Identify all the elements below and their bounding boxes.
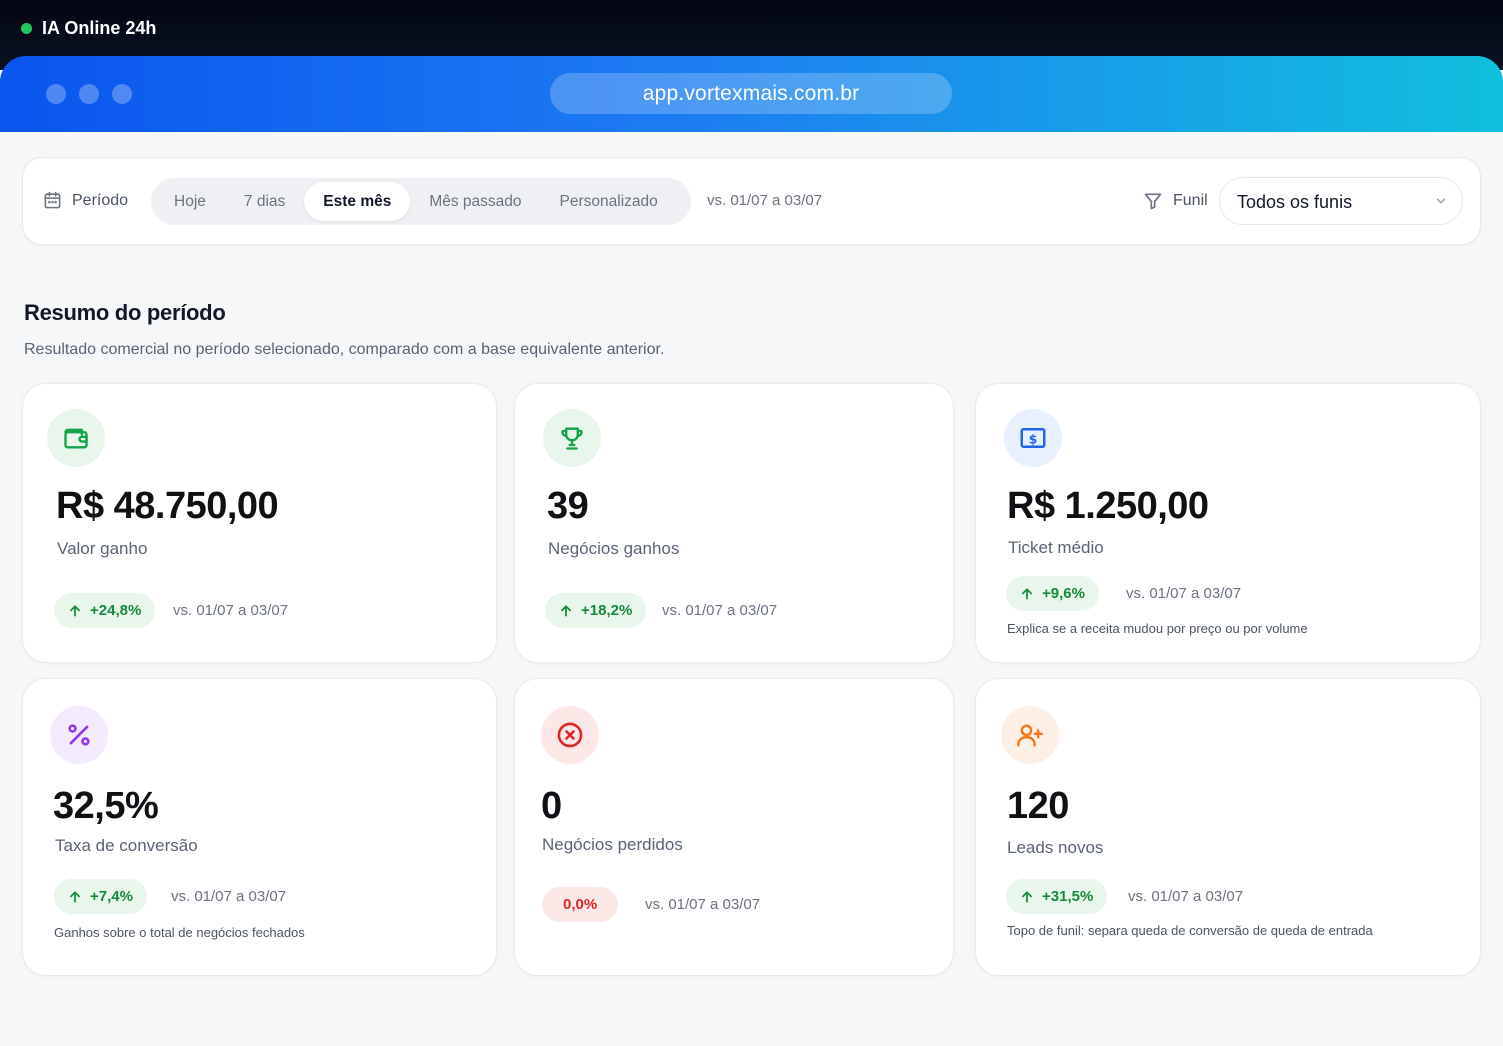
ai-status-label: IA Online 24h <box>42 18 157 38</box>
wallet-icon <box>64 428 88 449</box>
kpi-value: 0 <box>541 785 562 827</box>
kpi-value: 32,5% <box>53 785 159 827</box>
arrow-up-icon <box>561 604 571 617</box>
ticket-icon-wrap: $ <box>1004 409 1062 467</box>
kpi-card-negocios-perdidos: 0 Negócios perdidos 0,0% vs. 01/07 a 03/… <box>514 678 954 976</box>
arrow-up-icon <box>1022 890 1032 903</box>
compare-text: vs. 01/07 a 03/07 <box>171 888 287 905</box>
tab-hoje[interactable]: Hoje <box>155 182 225 221</box>
calendar-icon <box>44 191 61 209</box>
kpi-value: 39 <box>547 485 589 527</box>
tab-este-mes[interactable]: Este mês <box>304 182 411 221</box>
delta-badge: +7,4% <box>54 879 147 914</box>
trophy-icon-wrap <box>543 409 601 467</box>
delta-badge: +24,8% <box>54 593 156 628</box>
kpi-card-taxa-conversao: 32,5% Taxa de conversão +7,4% vs. 01/07 … <box>22 678 497 976</box>
kpi-card-negocios-ganhos: 39 Negócios ganhos +18,2% vs. 01/07 a 03… <box>514 383 954 663</box>
filter-bar: Período Hoje 7 dias Este mês Mês passado… <box>22 157 1481 245</box>
compare-range: vs. 01/07 a 03/07 <box>707 192 823 209</box>
tab-7-dias[interactable]: 7 dias <box>225 182 304 221</box>
kpi-note: Topo de funil: separa queda de conversão… <box>1007 923 1373 938</box>
address-bar[interactable]: app.vortexmais.com.br <box>550 73 952 114</box>
delta-badge: 0,0% <box>542 887 619 922</box>
kpi-value: R$ 1.250,00 <box>1007 485 1209 527</box>
tab-personalizado[interactable]: Personalizado <box>541 182 677 221</box>
compare-text: vs. 01/07 a 03/07 <box>173 602 289 619</box>
section-title: Resumo do período <box>24 300 226 325</box>
window-minimize-button[interactable] <box>79 84 99 104</box>
period-tabs: Hoje 7 dias Este mês Mês passado Persona… <box>151 178 691 225</box>
kpi-card-leads-novos: 120 Leads novos +31,5% vs. 01/07 a 03/07… <box>975 678 1481 976</box>
trophy-icon <box>561 427 583 450</box>
arrow-up-icon <box>1022 587 1032 600</box>
kpi-value: 120 <box>1007 785 1069 827</box>
kpi-label: Negócios ganhos <box>548 539 680 558</box>
wallet-icon-wrap <box>47 409 105 467</box>
tab-mes-passado[interactable]: Mês passado <box>410 182 540 221</box>
online-dot-icon <box>21 23 32 34</box>
compare-text: vs. 01/07 a 03/07 <box>645 896 761 913</box>
ticket-icon: $ <box>1020 428 1046 448</box>
arrow-up-icon <box>70 890 80 903</box>
funnel-select-value: Todos os funis <box>1237 192 1353 212</box>
kpi-label: Ticket médio <box>1008 538 1104 557</box>
user-plus-icon-wrap <box>1001 706 1059 764</box>
percent-icon <box>68 724 90 746</box>
kpi-card-ticket-medio: $ R$ 1.250,00 Ticket médio +9,6% vs. 01/… <box>975 383 1481 663</box>
percent-icon-wrap <box>50 706 108 764</box>
chevron-down-icon <box>1436 198 1446 204</box>
filter-icon <box>1144 193 1162 210</box>
kpi-label: Leads novos <box>1007 838 1104 857</box>
arrow-up-icon <box>70 604 80 617</box>
section-subtitle: Resultado comercial no período seleciona… <box>24 341 665 358</box>
kpi-note: Ganhos sobre o total de negócios fechado… <box>54 925 305 940</box>
x-circle-icon-wrap <box>541 706 599 764</box>
user-plus-icon <box>1017 724 1043 747</box>
window-close-button[interactable] <box>46 84 66 104</box>
funnel-label: Funil <box>1143 191 1208 211</box>
kpi-label: Taxa de conversão <box>55 836 198 855</box>
kpi-label: Negócios perdidos <box>542 835 683 854</box>
kpi-note: Explica se a receita mudou por preço ou … <box>1007 621 1308 636</box>
kpi-label: Valor ganho <box>57 539 148 558</box>
svg-text:$: $ <box>1029 431 1038 446</box>
compare-text: vs. 01/07 a 03/07 <box>1126 585 1242 602</box>
compare-text: vs. 01/07 a 03/07 <box>662 602 778 619</box>
compare-text: vs. 01/07 a 03/07 <box>1128 888 1244 905</box>
kpi-card-valor-ganho: R$ 48.750,00 Valor ganho +24,8% vs. 01/0… <box>22 383 497 663</box>
delta-badge: +18,2% <box>545 593 647 628</box>
window-maximize-button[interactable] <box>112 84 132 104</box>
browser-bar: app.vortexmais.com.br <box>0 56 1503 132</box>
delta-badge: +9,6% <box>1006 576 1099 611</box>
x-circle-icon <box>557 722 583 748</box>
period-label: Período <box>43 191 128 210</box>
ai-status: IA Online 24h <box>21 18 156 39</box>
delta-badge: +31,5% <box>1006 879 1108 914</box>
funnel-select[interactable]: Todos os funis <box>1219 177 1463 225</box>
kpi-value: R$ 48.750,00 <box>56 485 279 527</box>
